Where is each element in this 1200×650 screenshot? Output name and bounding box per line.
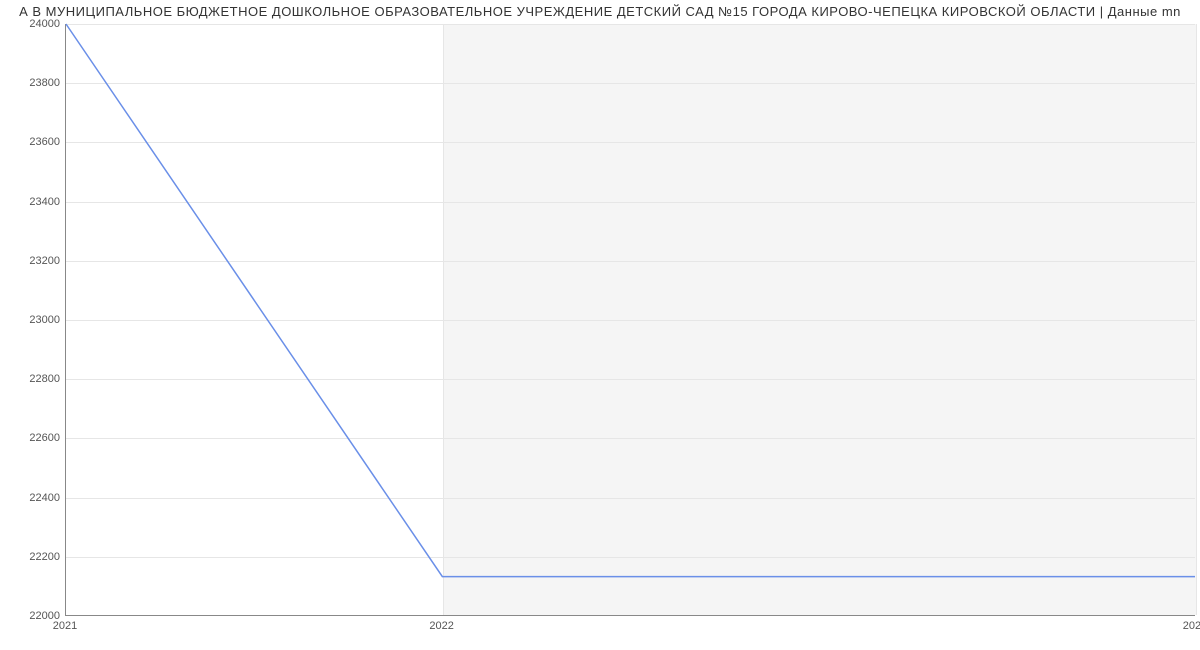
y-tick-label: 23400 bbox=[5, 196, 60, 208]
data-line bbox=[66, 24, 1195, 577]
v-gridline bbox=[1196, 24, 1197, 615]
line-series bbox=[66, 24, 1195, 615]
chart-title: А В МУНИЦИПАЛЬНОЕ БЮДЖЕТНОЕ ДОШКОЛЬНОЕ О… bbox=[0, 4, 1200, 19]
y-tick-label: 22800 bbox=[5, 373, 60, 385]
y-tick-label: 23000 bbox=[5, 314, 60, 326]
y-tick-label: 23200 bbox=[5, 255, 60, 267]
y-tick-label: 23800 bbox=[5, 77, 60, 89]
y-tick-label: 22600 bbox=[5, 432, 60, 444]
plot-area bbox=[65, 24, 1195, 616]
y-tick-label: 24000 bbox=[5, 18, 60, 30]
y-tick-label: 22200 bbox=[5, 551, 60, 563]
chart-container: А В МУНИЦИПАЛЬНОЕ БЮДЖЕТНОЕ ДОШКОЛЬНОЕ О… bbox=[0, 0, 1200, 650]
x-tick-label: 2024 bbox=[1183, 620, 1200, 632]
x-tick-label: 2022 bbox=[429, 620, 453, 632]
y-tick-label: 22400 bbox=[5, 492, 60, 504]
y-tick-label: 23600 bbox=[5, 136, 60, 148]
y-tick-label: 22000 bbox=[5, 610, 60, 622]
x-tick-label: 2021 bbox=[53, 620, 77, 632]
